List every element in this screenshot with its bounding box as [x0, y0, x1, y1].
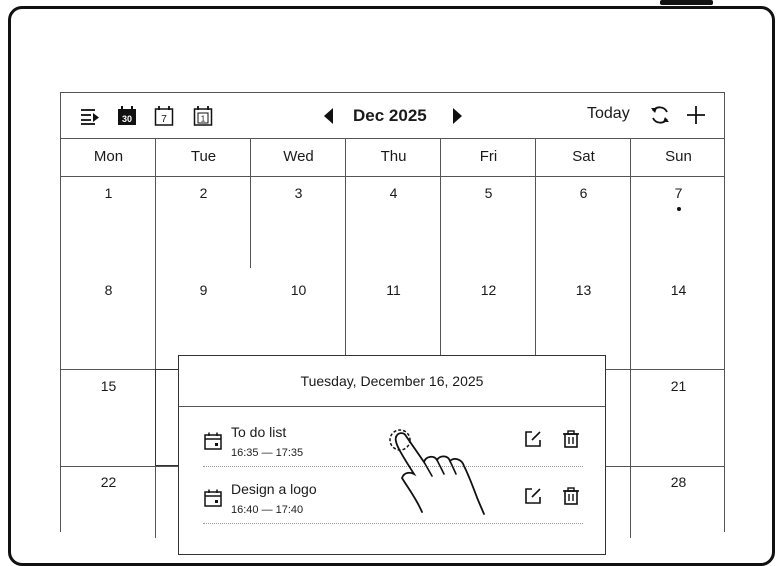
day-cell[interactable]: 9	[156, 282, 251, 298]
month-title[interactable]: Dec 2025	[353, 106, 427, 126]
day-cell[interactable]: 1	[61, 185, 156, 201]
weekday-label: Thu	[380, 148, 407, 165]
grid-line	[155, 466, 156, 467]
day-cell[interactable]: 12	[441, 282, 536, 298]
week-view-icon[interactable]: 7	[153, 105, 175, 127]
day-cell[interactable]: 7	[631, 185, 726, 201]
day-cell[interactable]: 5	[441, 185, 536, 201]
day-cell[interactable]: 13	[536, 282, 631, 298]
day-cell[interactable]: 11	[346, 282, 441, 298]
weekday-label: Sat	[572, 148, 595, 165]
svg-text:7: 7	[161, 114, 167, 125]
tap-gesture-icon	[389, 429, 485, 515]
grid-line	[250, 138, 251, 268]
day-view-icon[interactable]: 1	[192, 105, 214, 127]
sync-icon[interactable]	[649, 104, 671, 126]
prev-month-icon[interactable]	[321, 105, 335, 127]
weekday-label: Wed	[283, 148, 314, 165]
day-cell[interactable]: 3	[251, 185, 346, 201]
calendar-event-icon	[203, 431, 223, 451]
weekday-label: Mon	[93, 148, 124, 165]
month-navigator: Dec 2025	[311, 103, 481, 129]
edit-icon[interactable]	[523, 429, 543, 449]
weekday-label: Fri	[479, 148, 498, 165]
weekday-label: Tue	[190, 148, 217, 165]
day-cell[interactable]: 4	[346, 185, 441, 201]
event-time: 16:40 — 17:40	[231, 504, 304, 516]
popup-date-title: Tuesday, December 16, 2025	[179, 356, 605, 407]
event-title: To do list	[231, 424, 287, 440]
weekday-header: Mon Tue Wed Thu Fri Sat Sun	[61, 138, 724, 177]
next-month-icon[interactable]	[451, 105, 465, 127]
day-cell[interactable]: 22	[61, 474, 156, 490]
day-cell[interactable]: 8	[61, 282, 156, 298]
power-button	[660, 0, 713, 5]
day-cell[interactable]: 21	[631, 378, 726, 394]
agenda-icon[interactable]	[79, 105, 101, 127]
today-button[interactable]: Today	[587, 105, 630, 123]
delete-icon[interactable]	[561, 429, 581, 449]
day-cell[interactable]: 28	[631, 474, 726, 490]
delete-icon[interactable]	[561, 486, 581, 506]
day-cell[interactable]: 14	[631, 282, 726, 298]
day-cell[interactable]: 2	[156, 185, 251, 201]
day-cell[interactable]: 6	[536, 185, 631, 201]
svg-text:1: 1	[201, 115, 206, 124]
edit-icon[interactable]	[523, 486, 543, 506]
calendar-event-icon	[203, 488, 223, 508]
event-indicator-dot	[677, 207, 681, 211]
day-cell[interactable]: 10	[251, 282, 346, 298]
month-view-icon[interactable]: 30	[116, 105, 138, 127]
svg-text:30: 30	[122, 114, 132, 124]
event-time: 16:35 — 17:35	[231, 447, 304, 459]
event-title: Design a logo	[231, 481, 317, 497]
weekday-label: Sun	[665, 148, 692, 165]
add-icon[interactable]	[685, 104, 707, 126]
day-cell[interactable]: 15	[61, 378, 156, 394]
calendar-toolbar: 30 7 1 Dec 2025 Today	[61, 93, 724, 139]
